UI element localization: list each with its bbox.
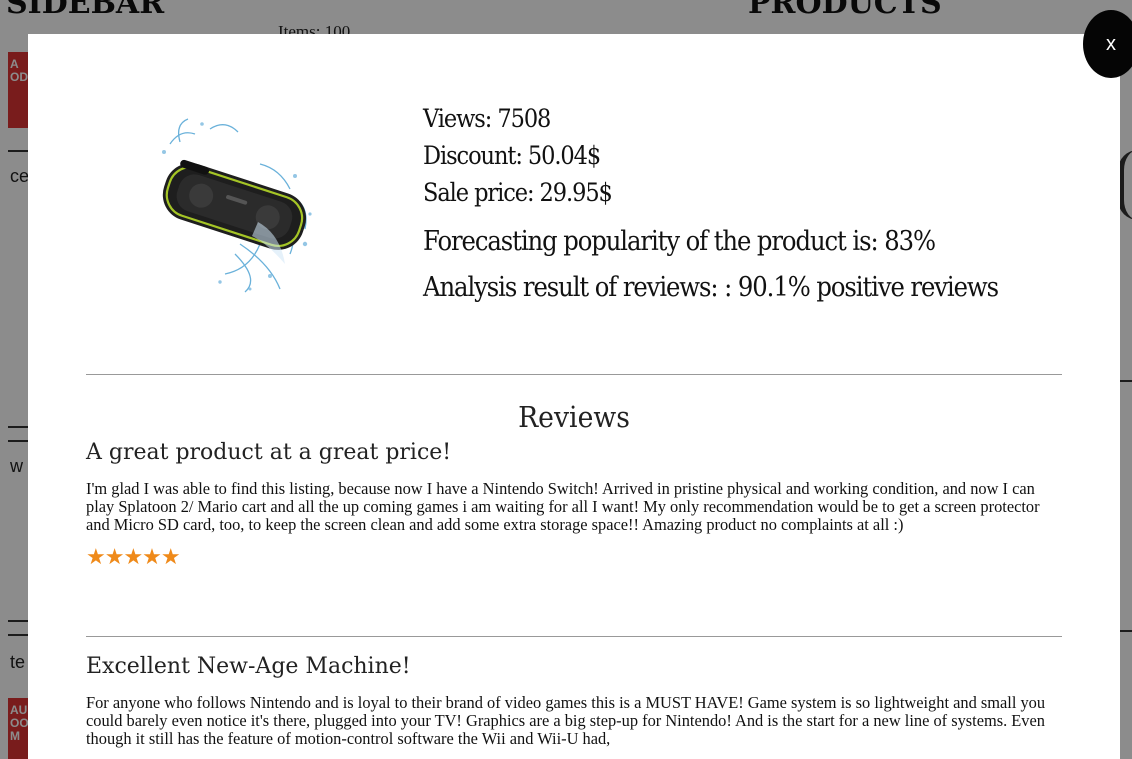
views-count: Views: 7508 bbox=[423, 104, 551, 133]
review-title: A great product at a great price! bbox=[86, 440, 452, 465]
bluetooth-speaker-image bbox=[162, 118, 312, 293]
product-details-modal: Views: 7508 Discount: 50.04$ Sale price:… bbox=[28, 34, 1120, 759]
review-body: I'm glad I was able to find this listing… bbox=[86, 479, 1040, 534]
popularity-forecast: Forecasting popularity of the product is… bbox=[423, 226, 936, 257]
reviews-heading: Reviews bbox=[518, 400, 630, 434]
review-item: A great product at a great price! I'm gl… bbox=[86, 438, 1046, 569]
review-analysis: Analysis result of reviews: : 90.1% posi… bbox=[423, 272, 999, 303]
review-title: Excellent New-Age Machine! bbox=[86, 654, 411, 679]
review-item: Excellent New-Age Machine! For anyone wh… bbox=[86, 650, 1046, 748]
review-divider bbox=[86, 636, 1062, 637]
section-divider bbox=[86, 374, 1062, 375]
product-image bbox=[140, 104, 320, 294]
review-body: For anyone who follows Nintendo and is l… bbox=[86, 693, 1046, 748]
product-stats: Views: 7508 Discount: 50.04$ Sale price:… bbox=[423, 100, 1062, 311]
discount-value: Discount: 50.04$ bbox=[423, 141, 601, 170]
sale-price: Sale price: 29.95$ bbox=[423, 178, 613, 207]
close-button[interactable]: x bbox=[1083, 10, 1132, 78]
star-rating: ★★★★★ bbox=[86, 545, 181, 570]
